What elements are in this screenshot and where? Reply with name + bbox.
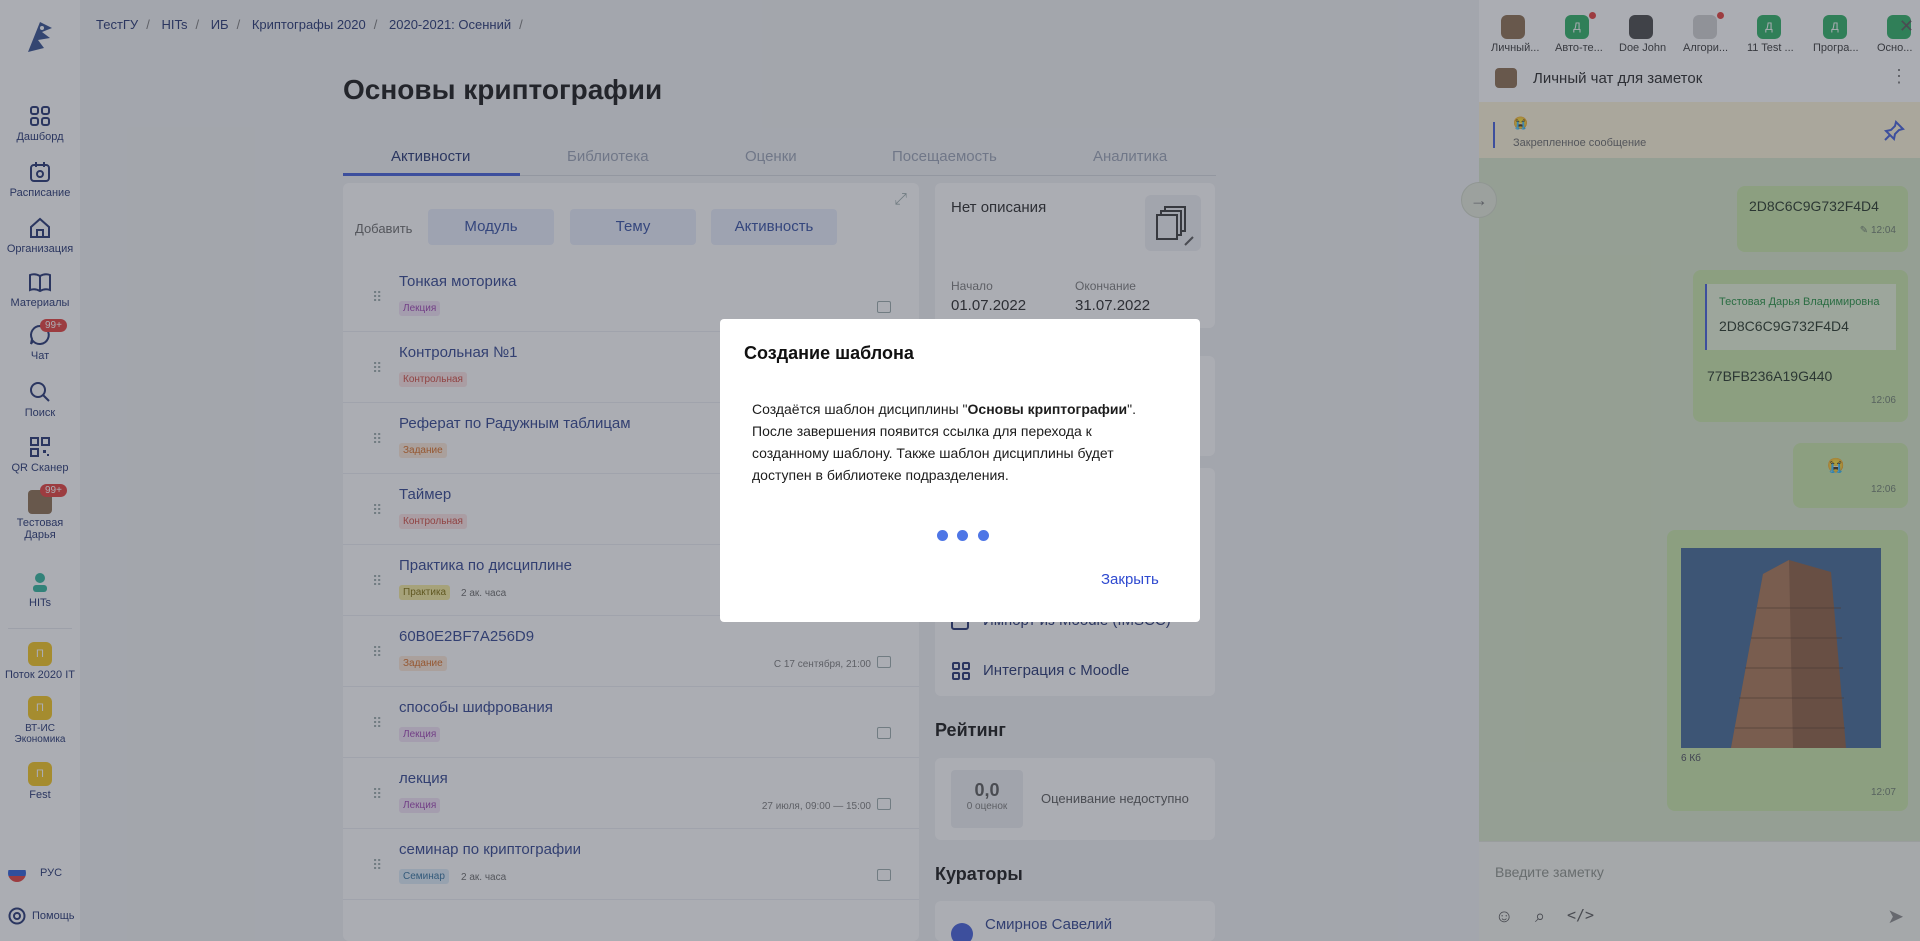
- loading-dot: [937, 530, 948, 541]
- dialog-course-name: Основы криптографии: [967, 401, 1128, 417]
- app: Дашборд Расписание Организация Материалы…: [0, 0, 1920, 941]
- dialog-title: Создание шаблона: [744, 343, 914, 363]
- create-template-dialog: Создание шаблона Создаётся шаблон дисцип…: [720, 319, 1200, 622]
- loading-dot: [978, 530, 989, 541]
- close-button[interactable]: Закрыть: [1101, 571, 1159, 588]
- dialog-body: Создаётся шаблон дисциплины "Основы крип…: [752, 398, 1172, 486]
- loading-dot: [957, 530, 968, 541]
- dialog-body-start: Создаётся шаблон дисциплины ": [752, 401, 968, 417]
